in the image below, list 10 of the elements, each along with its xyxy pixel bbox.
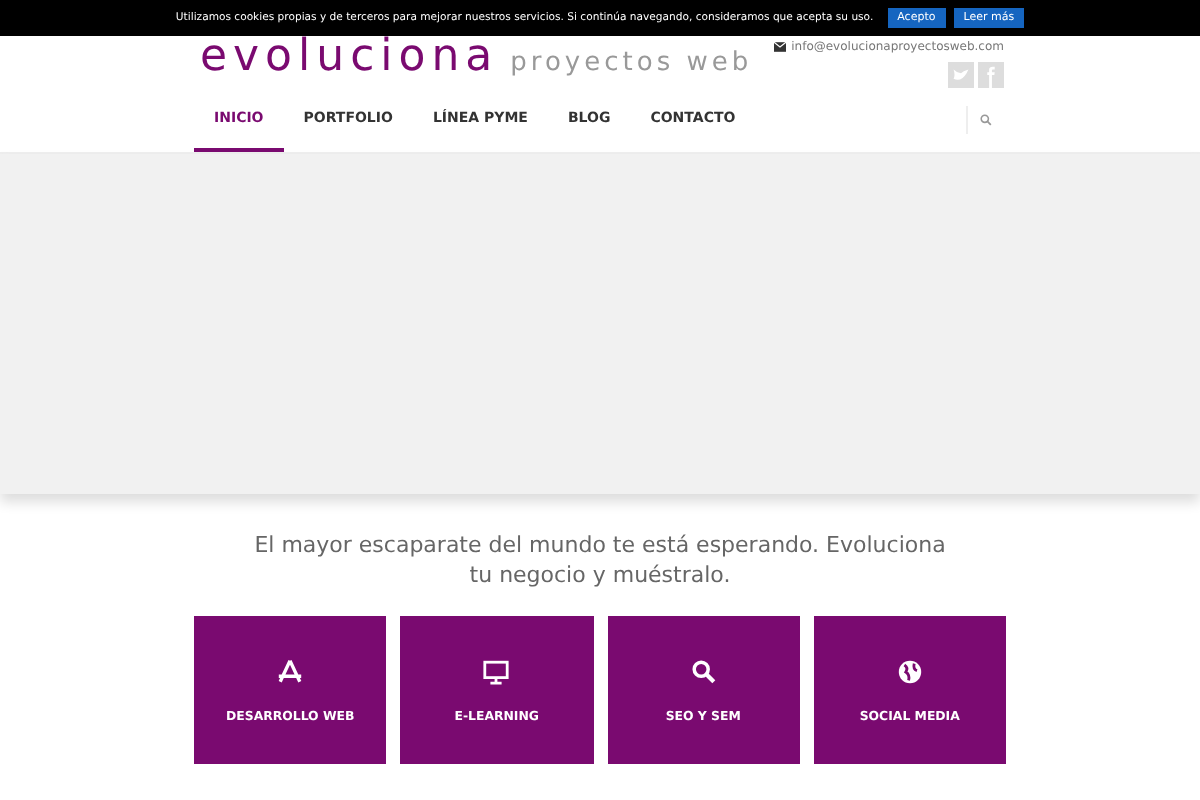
search-icon (689, 657, 718, 685)
monitor-icon (482, 657, 511, 685)
logo-text[interactable]: evoluciona (200, 38, 499, 78)
globe-icon (895, 657, 924, 685)
twitter-icon[interactable] (948, 62, 974, 88)
facebook-icon[interactable] (978, 62, 1004, 88)
tagline: El mayor escaparate del mundo te está esperando. Evoluciona tu negocio y muéstralo. (252, 530, 948, 590)
envelope-icon (773, 42, 786, 52)
search-icon[interactable] (980, 113, 992, 125)
logo-subtitle: proyectos web (510, 46, 753, 82)
